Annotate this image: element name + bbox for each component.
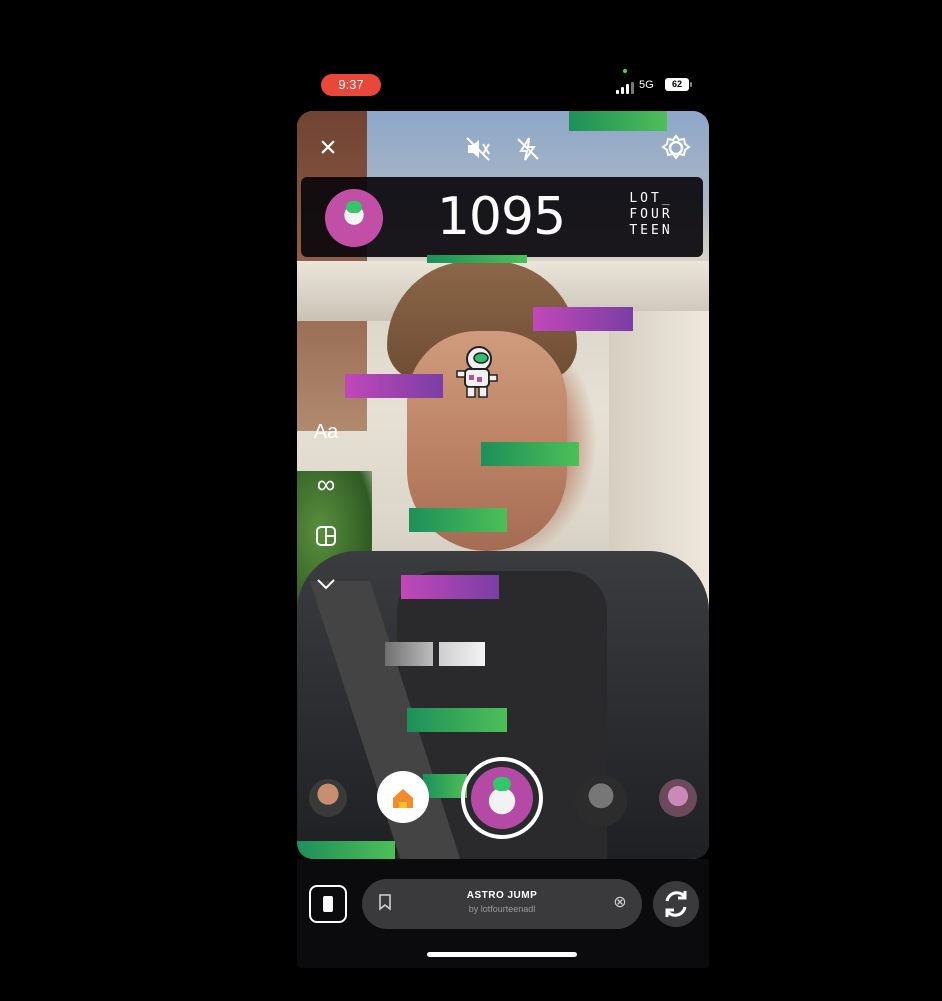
- status-time: 9:37: [321, 74, 381, 96]
- game-platform: [297, 841, 395, 859]
- flip-camera-icon[interactable]: [653, 881, 699, 927]
- game-score-bar: 1095 LOT_ FOUR TEEN: [301, 177, 703, 257]
- game-platform: [569, 111, 667, 131]
- game-platform: [345, 374, 443, 398]
- camera-view: × 1095 LOT_ FOUR TEEN Aa ∞: [297, 111, 709, 859]
- effect-thumbnail[interactable]: [575, 775, 627, 827]
- effect-title: ASTRO JUMP: [466, 890, 538, 901]
- close-effect-icon[interactable]: ⊗: [610, 892, 630, 912]
- effect-thumbnail[interactable]: [659, 779, 697, 817]
- game-platform: [427, 255, 527, 263]
- game-platform-fading: [385, 642, 433, 666]
- boomerang-icon[interactable]: ∞: [311, 471, 341, 497]
- brand-line: LOT_: [629, 191, 673, 206]
- text-tool-button[interactable]: Aa: [311, 419, 341, 445]
- astronaut-sprite-icon: [455, 345, 499, 401]
- settings-icon[interactable]: [661, 133, 691, 163]
- brand-logo: LOT_ FOUR TEEN: [621, 191, 681, 239]
- close-icon[interactable]: ×: [313, 133, 343, 163]
- status-bar: 9:37 5G 62: [297, 63, 709, 111]
- score-value: 1095: [436, 187, 566, 247]
- game-platform: [409, 508, 507, 532]
- bookmark-icon[interactable]: [378, 893, 392, 917]
- signal-icon: [616, 82, 634, 94]
- game-platform: [533, 307, 633, 331]
- game-platform: [407, 708, 507, 732]
- flash-off-icon[interactable]: [513, 135, 543, 165]
- battery-indicator: 62: [665, 78, 692, 91]
- game-platform: [481, 442, 579, 466]
- astronaut-avatar-icon: [325, 189, 383, 247]
- effect-thumbnail[interactable]: [309, 779, 347, 817]
- effect-info-pill[interactable]: ASTRO JUMP by lotfourteenadl ⊗: [362, 879, 642, 929]
- layout-icon[interactable]: [311, 525, 341, 554]
- astro-jump-effect-icon: [471, 767, 533, 829]
- screen-frame: 9:37 5G 62 × 1095 LOT_ FOUR TEEN Aa ∞ AS…: [11, 8, 932, 996]
- network-type: 5G: [639, 79, 654, 91]
- capture-button[interactable]: [461, 757, 543, 839]
- home-effect-button[interactable]: [377, 771, 429, 823]
- camera-in-use-indicator: [623, 69, 627, 73]
- game-platform: [401, 575, 499, 599]
- effect-author: by lotfourteenadl: [468, 904, 536, 914]
- chevron-down-icon[interactable]: [311, 573, 341, 599]
- gallery-button[interactable]: [309, 885, 347, 923]
- brand-line: TEEN: [629, 223, 673, 238]
- mute-icon[interactable]: [463, 135, 493, 165]
- home-indicator[interactable]: [427, 952, 577, 957]
- phone-screen: 9:37 5G 62 × 1095 LOT_ FOUR TEEN Aa ∞ AS…: [297, 63, 709, 968]
- bottom-bar: ASTRO JUMP by lotfourteenadl ⊗: [297, 859, 709, 968]
- brand-line: FOUR: [629, 207, 673, 222]
- game-platform-fading: [439, 642, 485, 666]
